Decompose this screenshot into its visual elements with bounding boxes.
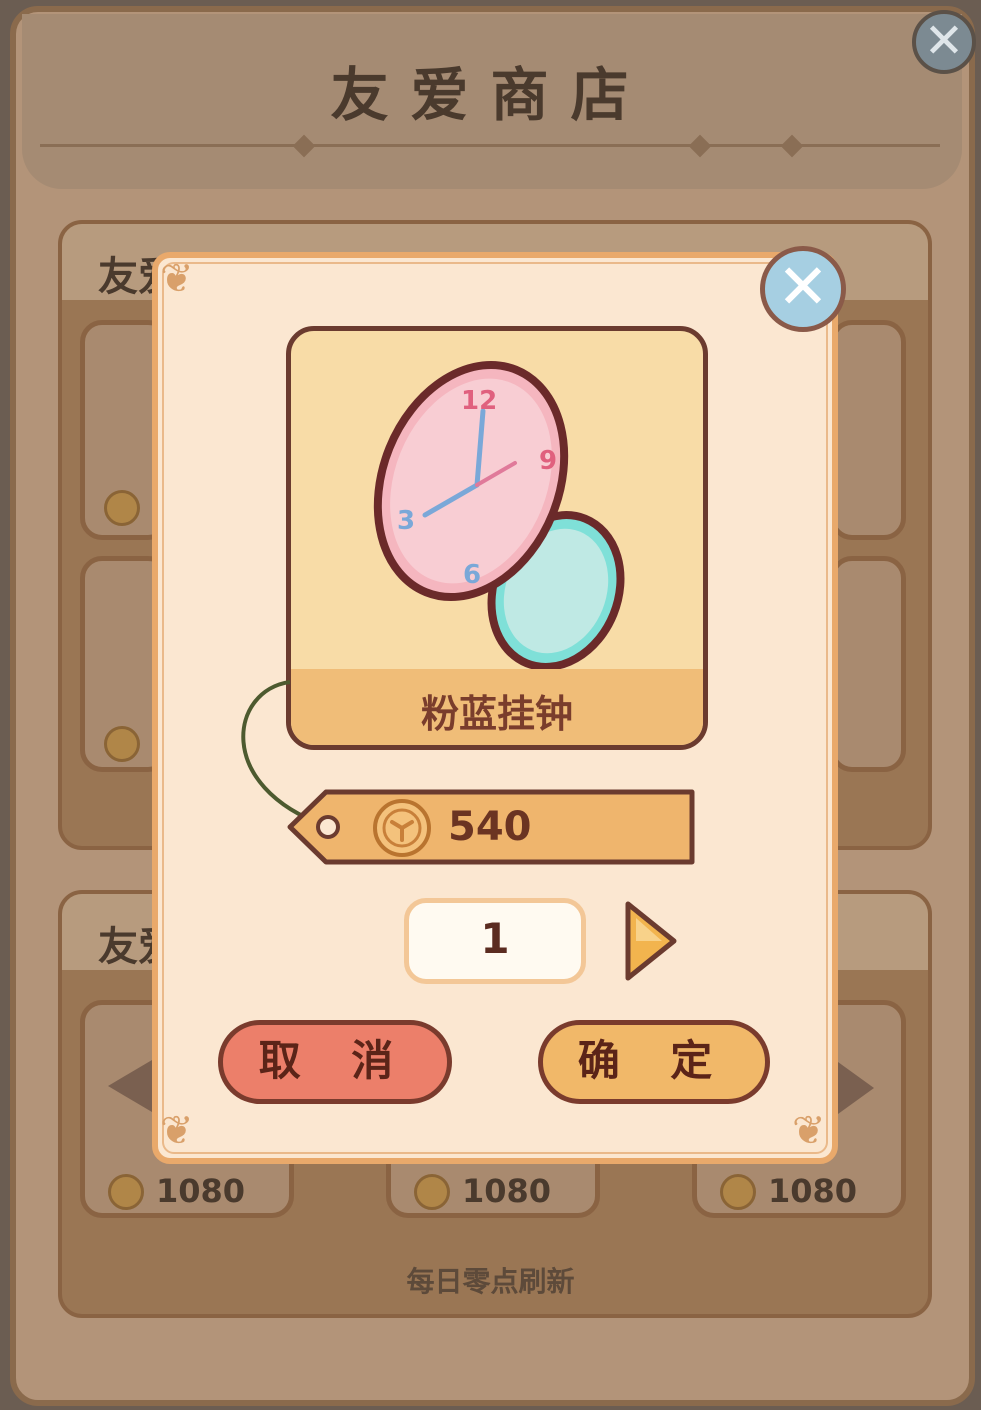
- coin-icon: [720, 1174, 756, 1210]
- cancel-button[interactable]: 取 消: [218, 1020, 452, 1104]
- item-card: 12 9 3 6 粉蓝挂钟: [286, 326, 708, 750]
- shop-title: 友爱商店: [330, 61, 651, 129]
- corner-ornament: ❦: [160, 256, 194, 302]
- close-icon: ✕: [923, 13, 965, 69]
- coin-icon: [104, 490, 140, 526]
- quantity-value: 1: [480, 914, 510, 963]
- coin-icon: [414, 1174, 450, 1210]
- arrow-left-icon[interactable]: [108, 1060, 152, 1112]
- svg-text:12: 12: [461, 386, 497, 416]
- item-price: 1080: [156, 1172, 246, 1210]
- shop-close-button[interactable]: ✕: [912, 10, 976, 74]
- item-price: 540: [448, 804, 532, 850]
- header-divider: [40, 144, 940, 147]
- wall-clock-icon: 12 9 3 6: [373, 360, 625, 671]
- close-icon: ✕: [777, 250, 829, 323]
- coin-icon: [373, 799, 431, 857]
- quantity-increase-button[interactable]: [622, 898, 678, 984]
- svg-text:6: 6: [463, 560, 481, 590]
- shop-item-card[interactable]: [830, 556, 906, 772]
- refresh-note: 每日零点刷新: [406, 1265, 575, 1298]
- dialog-close-button[interactable]: ✕: [760, 246, 846, 332]
- corner-ornament: ❦: [792, 1108, 826, 1154]
- svg-text:3: 3: [397, 506, 415, 536]
- corner-ornament: ❦: [160, 1108, 194, 1154]
- item-price: 1080: [462, 1172, 552, 1210]
- shop-item-card[interactable]: [830, 320, 906, 540]
- confirm-button[interactable]: 确 定: [538, 1020, 770, 1104]
- arrow-right-icon[interactable]: [838, 1062, 874, 1114]
- arrow-right-icon: [625, 901, 677, 981]
- svg-text:9: 9: [539, 446, 557, 476]
- item-price: 1080: [768, 1172, 858, 1210]
- item-name: 粉蓝挂钟: [420, 692, 573, 736]
- coin-icon: [104, 726, 140, 762]
- coin-icon: [108, 1174, 144, 1210]
